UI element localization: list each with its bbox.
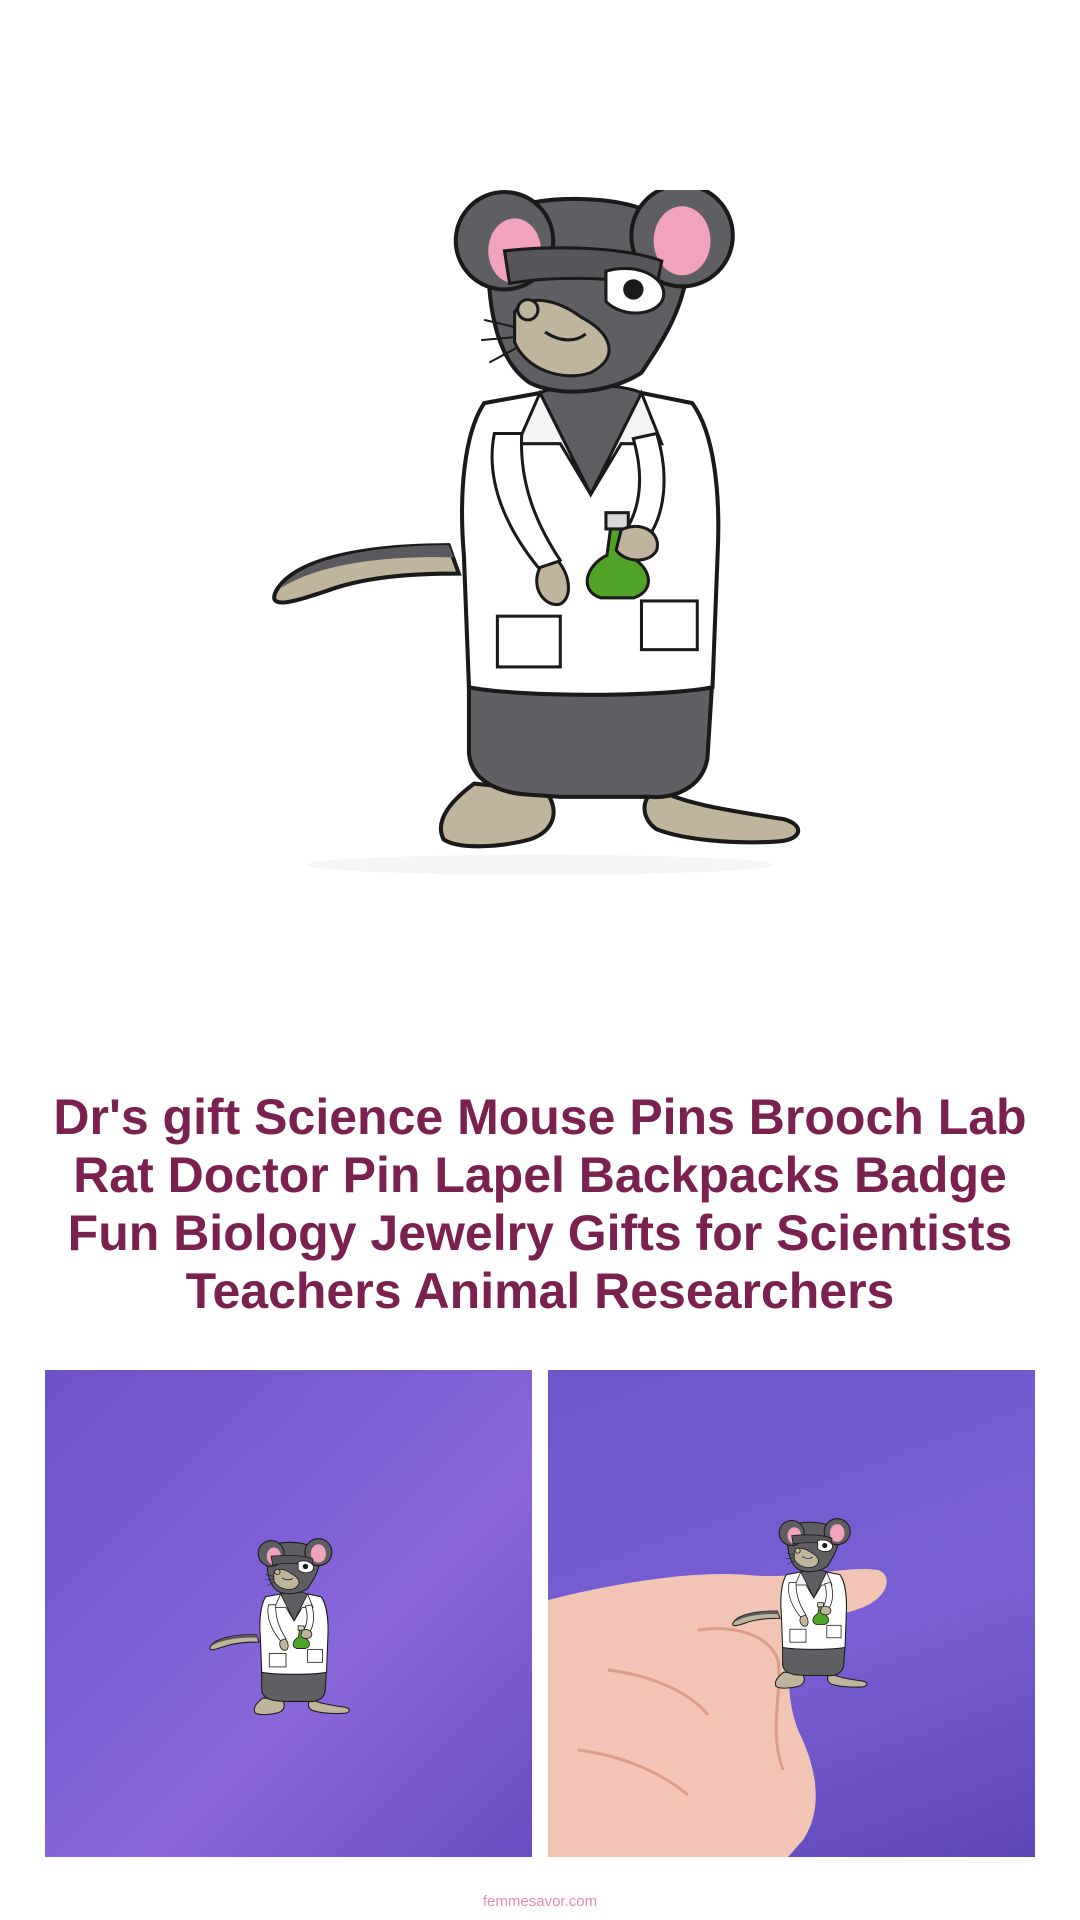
hand-holding-pin-icon [548,1518,887,1857]
gallery-image-pin-in-hand[interactable] [548,1370,1035,1857]
mouse-pin-illustration [210,190,870,875]
product-hero-image [0,0,1080,1060]
small-mouse-pin-icon [209,1538,350,1716]
product-title: Dr's gift Science Mouse Pins Brooch Lab … [53,1089,1027,1319]
site-watermark: femmesavor.com [482,1893,598,1910]
product-gallery [45,1370,1035,1857]
gallery-image-pin-on-purple[interactable] [45,1370,532,1857]
